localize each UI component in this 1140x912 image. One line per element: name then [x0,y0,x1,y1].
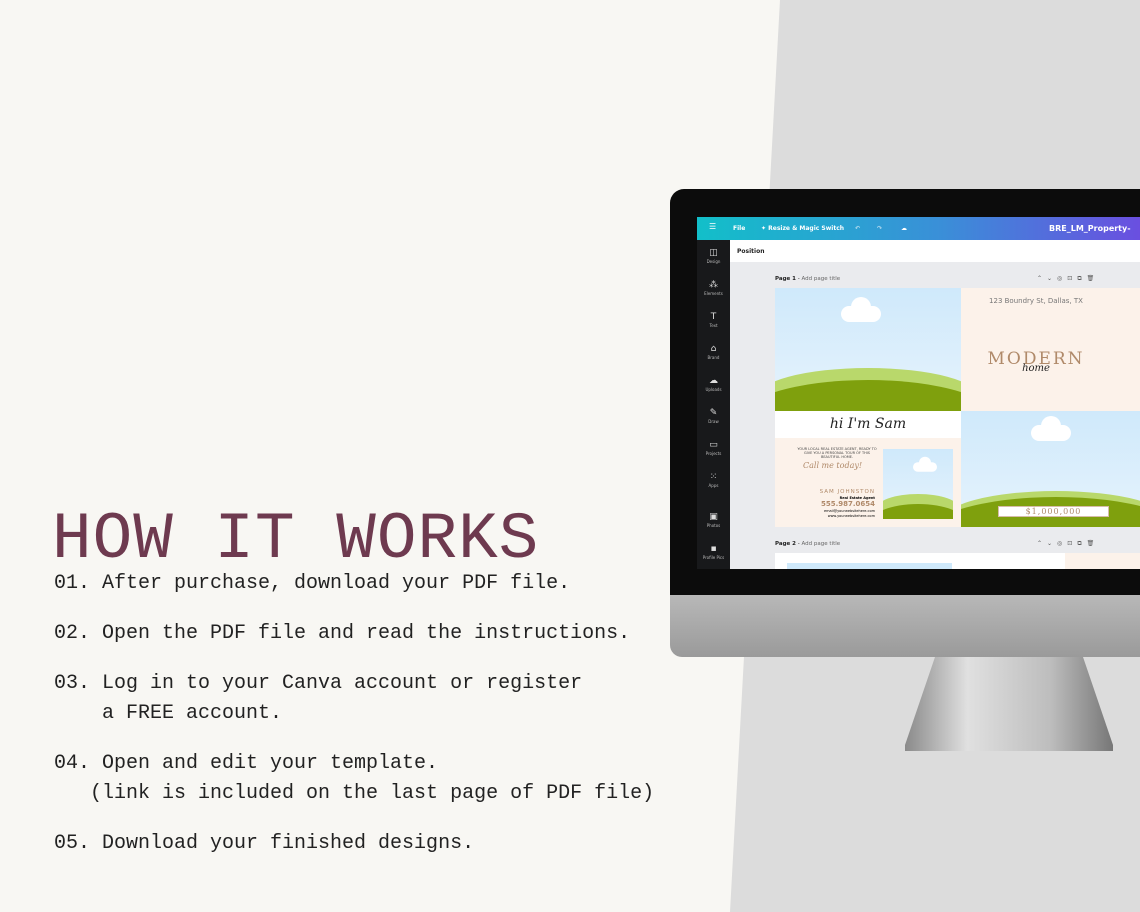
step-5: 05. Download your finished designs. [54,832,475,855]
canva-sidebar: ◫ Design ⁂ Elements T Text ⌂ Brand ☁ Uploads … [697,240,730,569]
sidebar-item-draw[interactable]: ✎ Draw [697,408,730,424]
step-1: 01. After purchase, download your PDF fi… [54,572,571,595]
sidebar-item-uploads[interactable]: ☁ Uploads [697,376,730,392]
upload-icon: ☁ [709,376,718,386]
sidebar-item-text[interactable]: T Text [697,312,730,328]
sidebar-item-design[interactable]: ◫ Design [697,248,730,264]
sidebar-item-projects[interactable]: ▭ Projects [697,440,730,456]
canva-topbar: ☰ File ✦ Resize & Magic Switch ↶ ↷ ☁ BRE… [697,217,1140,240]
text-icon: T [710,312,717,322]
step-2: 02. Open the PDF file and read the instr… [54,622,631,645]
sidebar-item-apps[interactable]: ⁙ Apps [697,472,730,488]
step-3: 03. Log in to your Canva account or regi… [54,672,583,725]
design-tile-agent[interactable]: hi I'm Sam YOUR LOCAL REAL ESTATE AGENT,… [775,411,961,527]
sidebar-item-photos[interactable]: ▣ Photos [697,512,730,528]
design-tile-landscape[interactable] [775,288,961,411]
page-2-preview[interactable] [775,553,1140,569]
apps-grid-icon: ⁙ [709,472,718,482]
resize-magic-switch-button[interactable]: ✦ Resize & Magic Switch [761,225,844,232]
step-4: 04. Open and edit your template. (link i… [54,752,655,805]
draw-icon: ✎ [709,408,718,418]
page-title: HOW IT WORKS [52,502,540,577]
page-1-actions[interactable]: ⌃⌄◎⊡⧉🗑 [1037,275,1099,283]
position-toolbar[interactable]: Position [730,240,1140,262]
sidebar-item-elements[interactable]: ⁂ Elements [697,280,730,296]
page-1-label[interactable]: Page 1 - Add page title [775,276,840,282]
canva-editor-screen: ☰ File ✦ Resize & Magic Switch ↶ ↷ ☁ BRE… [697,217,1140,569]
menu-icon[interactable]: ☰ [709,222,716,231]
cloud-save-icon[interactable]: ☁ [901,225,907,232]
monitor-stand [905,657,1113,751]
design-icon: ◫ [709,248,718,258]
brand-icon: ⌂ [710,344,717,354]
address-text: 123 Boundry St, Dallas, TX [989,297,1083,305]
folder-icon: ▭ [709,440,718,450]
price-tag: $1,000,000 [998,506,1109,517]
file-menu[interactable]: File [733,225,745,232]
sidebar-item-brand[interactable]: ⌂ Brand [697,344,730,360]
page-2-actions[interactable]: ⌃⌄◎⊡⧉🗑 [1037,540,1099,548]
file-name[interactable]: BRE_LM_Property- [1049,224,1131,233]
undo-icon[interactable]: ↶ [855,225,860,232]
design-tile-price[interactable]: $1,000,000 [961,411,1140,527]
design-tile-modern-home[interactable]: 123 Boundry St, Dallas, TX MODERN home [961,288,1140,411]
elements-icon: ⁂ [709,280,718,290]
redo-icon[interactable]: ↷ [877,225,882,232]
page-2-label[interactable]: Page 2 - Add page title [775,541,840,547]
sidebar-item-profile-pics[interactable]: ▪ Profile Pics [697,544,730,560]
photos-icon: ▣ [709,512,718,522]
monitor-chin [670,595,1140,657]
profile-pic-icon: ▪ [710,544,717,554]
